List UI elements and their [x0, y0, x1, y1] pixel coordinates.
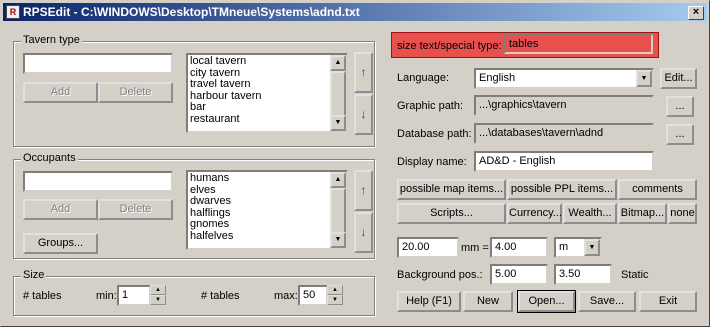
display-name-label: Display name:	[397, 156, 467, 168]
occupants-input[interactable]	[23, 171, 173, 192]
close-button[interactable]: ×	[688, 6, 704, 20]
max-unit-label: # tables	[201, 290, 240, 302]
size-title: Size	[21, 269, 47, 281]
occupants-list[interactable]: humans elves dwarves halflings gnomes ha…	[186, 170, 348, 250]
special-type-input[interactable]: tables	[504, 34, 653, 54]
static-label: Static	[621, 269, 649, 281]
max-label: max:	[274, 290, 298, 302]
exit-button[interactable]: Exit	[639, 291, 697, 312]
occupants-list-scrollbar[interactable]: ▲ ▼	[330, 172, 346, 248]
arrow-down-icon: ↓	[360, 107, 367, 121]
database-path-label: Database path:	[397, 128, 472, 140]
graphic-path-browse-button[interactable]: ...	[666, 96, 694, 117]
window-title: RPSEdit - C:\WINDOWS\Desktop\TMneue\Syst…	[23, 5, 360, 19]
scripts-button[interactable]: Scripts...	[397, 203, 506, 224]
list-item[interactable]: local tavern	[190, 55, 329, 68]
possible-map-items-button[interactable]: possible map items...	[397, 179, 506, 200]
special-type-label: size text/special type:	[397, 40, 502, 52]
comments-button[interactable]: comments	[618, 179, 697, 200]
list-item[interactable]: halfelves	[190, 230, 329, 243]
save-button[interactable]: Save...	[578, 291, 636, 312]
scroll-down-icon[interactable]: ▼	[330, 232, 346, 248]
language-edit-button[interactable]: Edit...	[660, 68, 697, 89]
list-item[interactable]: restaurant	[190, 113, 329, 126]
none-button[interactable]: none	[668, 203, 697, 224]
spin-down-icon[interactable]: ▼	[150, 295, 166, 305]
scale-mm-input[interactable]: 20.00	[397, 237, 459, 258]
min-input[interactable]: 1	[117, 285, 151, 306]
list-item[interactable]: gnomes	[190, 218, 329, 231]
new-button[interactable]: New	[463, 291, 513, 312]
tavern-type-input[interactable]	[23, 53, 173, 74]
chevron-down-icon[interactable]: ▼	[636, 70, 652, 87]
open-button[interactable]: Open...	[517, 290, 576, 313]
list-item[interactable]: dwarves	[190, 195, 329, 208]
occupants-add-button[interactable]: Add	[23, 199, 98, 220]
language-label: Language:	[397, 72, 449, 84]
graphic-path-label: Graphic path:	[397, 100, 464, 112]
arrow-up-icon: ↑	[360, 65, 367, 79]
scale-unit-select[interactable]: m ▼	[554, 237, 602, 258]
language-value: English	[479, 72, 516, 84]
bitmap-button[interactable]: Bitmap...	[618, 203, 667, 224]
tavern-delete-button[interactable]: Delete	[98, 82, 173, 103]
wealth-button[interactable]: Wealth...	[563, 203, 617, 224]
list-item[interactable]: humans	[190, 172, 329, 185]
list-item[interactable]: travel tavern	[190, 78, 329, 91]
language-select[interactable]: English ▼	[474, 68, 654, 89]
scroll-up-icon[interactable]: ▲	[330, 55, 346, 71]
min-spinner[interactable]: ▲ ▼	[150, 285, 166, 306]
occupants-title: Occupants	[21, 152, 78, 164]
app-icon: R	[6, 5, 20, 19]
tavern-move-up-button[interactable]: ↑	[354, 52, 373, 93]
background-x-input[interactable]: 5.00	[490, 264, 548, 285]
help-button[interactable]: Help (F1)	[397, 291, 461, 312]
occupants-move-up-button[interactable]: ↑	[354, 170, 373, 211]
title-bar[interactable]: R RPSEdit - C:\WINDOWS\Desktop\TMneue\Sy…	[3, 3, 707, 21]
arrow-up-icon: ↑	[360, 183, 367, 197]
chevron-down-icon[interactable]: ▼	[584, 239, 600, 256]
possible-ppl-items-button[interactable]: possible PPL items...	[507, 179, 617, 200]
list-item[interactable]: bar	[190, 101, 329, 114]
tavern-type-title: Tavern type	[21, 34, 82, 46]
min-label: min:	[96, 290, 117, 302]
graphic-path-field[interactable]: ...\graphics\tavern	[474, 95, 654, 116]
groups-button[interactable]: Groups...	[23, 233, 98, 254]
list-item[interactable]: harbour tavern	[190, 90, 329, 103]
currency-button[interactable]: Currency...	[507, 203, 562, 224]
database-path-field[interactable]: ...\databases\tavern\adnd	[474, 123, 654, 144]
scroll-down-icon[interactable]: ▼	[330, 115, 346, 131]
occupants-move-down-button[interactable]: ↓	[354, 212, 373, 253]
spin-down-icon[interactable]: ▼	[327, 295, 343, 305]
arrow-down-icon: ↓	[360, 225, 367, 239]
spin-up-icon[interactable]: ▲	[327, 285, 343, 295]
spin-up-icon[interactable]: ▲	[150, 285, 166, 295]
occupants-delete-button[interactable]: Delete	[98, 199, 173, 220]
tavern-type-list[interactable]: local tavern city tavern travel tavern h…	[186, 53, 348, 133]
background-y-input[interactable]: 3.50	[554, 264, 612, 285]
display-name-input[interactable]: AD&D - English	[474, 151, 654, 172]
main-window: R RPSEdit - C:\WINDOWS\Desktop\TMneue\Sy…	[0, 0, 710, 327]
tavern-add-button[interactable]: Add	[23, 82, 98, 103]
scale-unit-value: m	[559, 241, 569, 253]
tavern-list-scrollbar[interactable]: ▲ ▼	[330, 55, 346, 131]
background-pos-label: Background pos.:	[397, 269, 483, 281]
max-input[interactable]: 50	[298, 285, 328, 306]
scale-equals-label: mm =	[461, 242, 489, 254]
scale-m-input[interactable]: 4.00	[490, 237, 548, 258]
scroll-up-icon[interactable]: ▲	[330, 172, 346, 188]
database-path-browse-button[interactable]: ...	[666, 124, 694, 145]
tavern-move-down-button[interactable]: ↓	[354, 94, 373, 135]
min-unit-label: # tables	[23, 290, 62, 302]
max-spinner[interactable]: ▲ ▼	[327, 285, 343, 306]
